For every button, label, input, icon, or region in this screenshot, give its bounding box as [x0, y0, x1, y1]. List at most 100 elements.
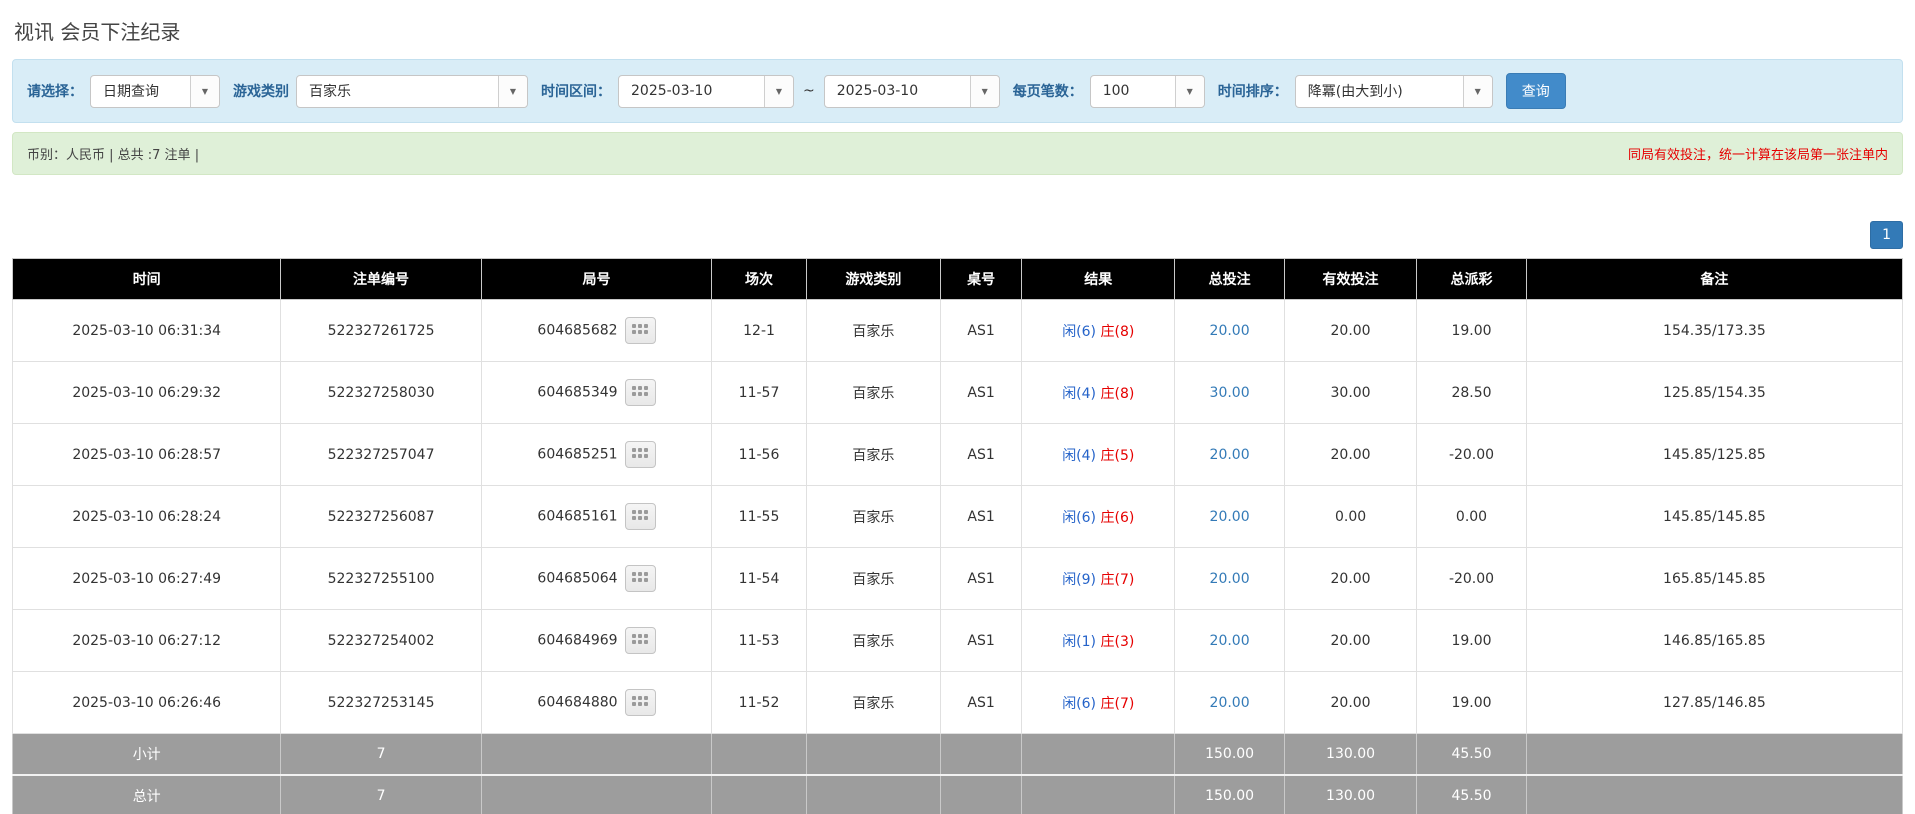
total-bet-link[interactable]: 20.00: [1210, 633, 1250, 649]
date-to-dropdown[interactable]: 2025-03-10 ▼: [823, 74, 1000, 108]
subtotal-row: 小计 7 150.00 130.00 45.50: [11, 733, 1904, 776]
view-roadmap-button[interactable]: [624, 379, 656, 406]
col-header-payout: 总派彩: [1416, 258, 1527, 300]
chevron-down-icon: ▼: [969, 75, 999, 107]
result-player: 闲(9): [1062, 571, 1097, 588]
cell-result: 闲(4) 庄(5): [1021, 423, 1176, 486]
total-bet-link[interactable]: 20.00: [1210, 509, 1250, 525]
query-type-dropdown[interactable]: 日期查询 ▼: [90, 74, 220, 108]
cell-result: 闲(1) 庄(3): [1021, 609, 1176, 672]
page-1-button[interactable]: 1: [1870, 221, 1903, 249]
cell-round-no: 604684969: [480, 609, 713, 672]
betting-records-page: 视讯 会员下注纪录 请选择： 日期查询 ▼ 游戏类别 百家乐 ▼ 时间区间： 2…: [0, 0, 1915, 814]
result-banker: 庄(8): [1100, 385, 1135, 402]
cell-round-no: 604685161: [480, 485, 713, 548]
cell-time: 2025-03-10 06:27:12: [11, 609, 282, 672]
result-banker: 庄(5): [1100, 447, 1135, 464]
cell-time: 2025-03-10 06:26:46: [11, 671, 282, 734]
game-type-dropdown[interactable]: 百家乐 ▼: [296, 74, 528, 108]
cell-table-no: AS1: [939, 361, 1023, 424]
cell-session: 11-57: [711, 361, 807, 424]
cell-payout: -20.00: [1416, 547, 1527, 610]
search-button[interactable]: 查询: [1505, 73, 1566, 109]
col-header-total-bet: 总投注: [1174, 258, 1285, 300]
total-valid-bet: 130.00: [1283, 774, 1418, 814]
total-bet-link[interactable]: 20.00: [1210, 447, 1250, 463]
roadmap-icon: [632, 386, 649, 396]
total-bet-link[interactable]: 30.00: [1210, 385, 1250, 401]
cell-round-no: 604684880: [480, 671, 713, 734]
roadmap-icon: [632, 696, 649, 706]
filter-bar: 请选择： 日期查询 ▼ 游戏类别 百家乐 ▼ 时间区间： 2025-03-10 …: [12, 59, 1903, 123]
page-size-dropdown[interactable]: 100 ▼: [1089, 74, 1205, 108]
cell-table-no: AS1: [939, 547, 1023, 610]
game-type-value: 百家乐: [309, 84, 351, 100]
date-from-dropdown[interactable]: 2025-03-10 ▼: [618, 74, 794, 108]
cell-session: 11-52: [711, 671, 807, 734]
cell-valid-bet: 0.00: [1283, 485, 1418, 548]
col-header-time: 时间: [11, 258, 282, 300]
total-count: 7: [280, 774, 482, 814]
cell-total-bet: 20.00: [1174, 485, 1285, 548]
table-header-row: 时间 注单编号 局号 场次 游戏类别 桌号 结果 总投注 有效投注 总派彩 备注: [11, 258, 1904, 300]
query-type-label: 请选择：: [27, 84, 83, 100]
cell-time: 2025-03-10 06:28:24: [11, 485, 282, 548]
cell-table-no: AS1: [939, 609, 1023, 672]
date-to-value: 2025-03-10: [836, 83, 919, 99]
cell-bet-no: 522327261725: [280, 299, 482, 362]
table-row: 2025-03-10 06:27:12 522327254002 6046849…: [11, 609, 1904, 672]
cell-payout: 19.00: [1416, 671, 1527, 734]
cell-remark: 154.35/173.35: [1525, 299, 1904, 362]
table-row: 2025-03-10 06:29:32 522327258030 6046853…: [11, 361, 1904, 424]
cell-valid-bet: 20.00: [1283, 423, 1418, 486]
result-banker: 庄(6): [1100, 509, 1135, 526]
result-player: 闲(4): [1062, 447, 1097, 464]
view-roadmap-button[interactable]: [624, 503, 656, 530]
view-roadmap-button[interactable]: [624, 441, 656, 468]
table-row: 2025-03-10 06:31:34 522327261725 6046856…: [11, 299, 1904, 362]
cell-valid-bet: 30.00: [1283, 361, 1418, 424]
cell-result: 闲(9) 庄(7): [1021, 547, 1176, 610]
chevron-down-icon: ▼: [498, 75, 527, 107]
table-row: 2025-03-10 06:28:57 522327257047 6046852…: [11, 423, 1904, 486]
cell-session: 11-54: [711, 547, 807, 610]
cell-bet-no: 522327257047: [280, 423, 482, 486]
view-roadmap-button[interactable]: [624, 317, 656, 344]
date-range-separator: ~: [803, 83, 815, 99]
cell-bet-no: 522327253145: [280, 671, 482, 734]
cell-remark: 145.85/145.85: [1525, 485, 1904, 548]
total-row: 总计 7 150.00 130.00 45.50: [11, 774, 1904, 814]
cell-total-bet: 20.00: [1174, 671, 1285, 734]
cell-bet-no: 522327256087: [280, 485, 482, 548]
cell-result: 闲(6) 庄(6): [1021, 485, 1176, 548]
cell-game-type: 百家乐: [805, 423, 941, 486]
result-player: 闲(6): [1062, 509, 1097, 526]
view-roadmap-button[interactable]: [624, 565, 656, 592]
col-header-bet-no: 注单编号: [280, 258, 482, 300]
table-row: 2025-03-10 06:26:46 522327253145 6046848…: [11, 671, 1904, 734]
result-banker: 庄(8): [1100, 323, 1135, 340]
cell-payout: 28.50: [1416, 361, 1527, 424]
cell-remark: 125.85/154.35: [1525, 361, 1904, 424]
total-bet-link[interactable]: 20.00: [1210, 571, 1250, 587]
cell-remark: 165.85/145.85: [1525, 547, 1904, 610]
cell-result: 闲(6) 庄(8): [1021, 299, 1176, 362]
view-roadmap-button[interactable]: [624, 689, 656, 716]
cell-bet-no: 522327254002: [280, 609, 482, 672]
view-roadmap-button[interactable]: [624, 627, 656, 654]
roadmap-icon: [632, 510, 649, 520]
cell-total-bet: 20.00: [1174, 547, 1285, 610]
cell-time: 2025-03-10 06:31:34: [11, 299, 282, 362]
cell-round-no: 604685682: [480, 299, 713, 362]
sort-order-dropdown[interactable]: 降冪(由大到小) ▼: [1294, 74, 1493, 108]
round-number: 604685251: [537, 446, 618, 463]
table-row: 2025-03-10 06:28:24 522327256087 6046851…: [11, 485, 1904, 548]
cell-bet-no: 522327258030: [280, 361, 482, 424]
game-type-label: 游戏类别: [233, 84, 289, 100]
total-bet-link[interactable]: 20.00: [1210, 695, 1250, 711]
cell-time: 2025-03-10 06:29:32: [11, 361, 282, 424]
cell-game-type: 百家乐: [805, 547, 941, 610]
total-bet-link[interactable]: 20.00: [1210, 323, 1250, 339]
cell-table-no: AS1: [939, 423, 1023, 486]
chevron-down-icon: ▼: [1174, 75, 1204, 107]
